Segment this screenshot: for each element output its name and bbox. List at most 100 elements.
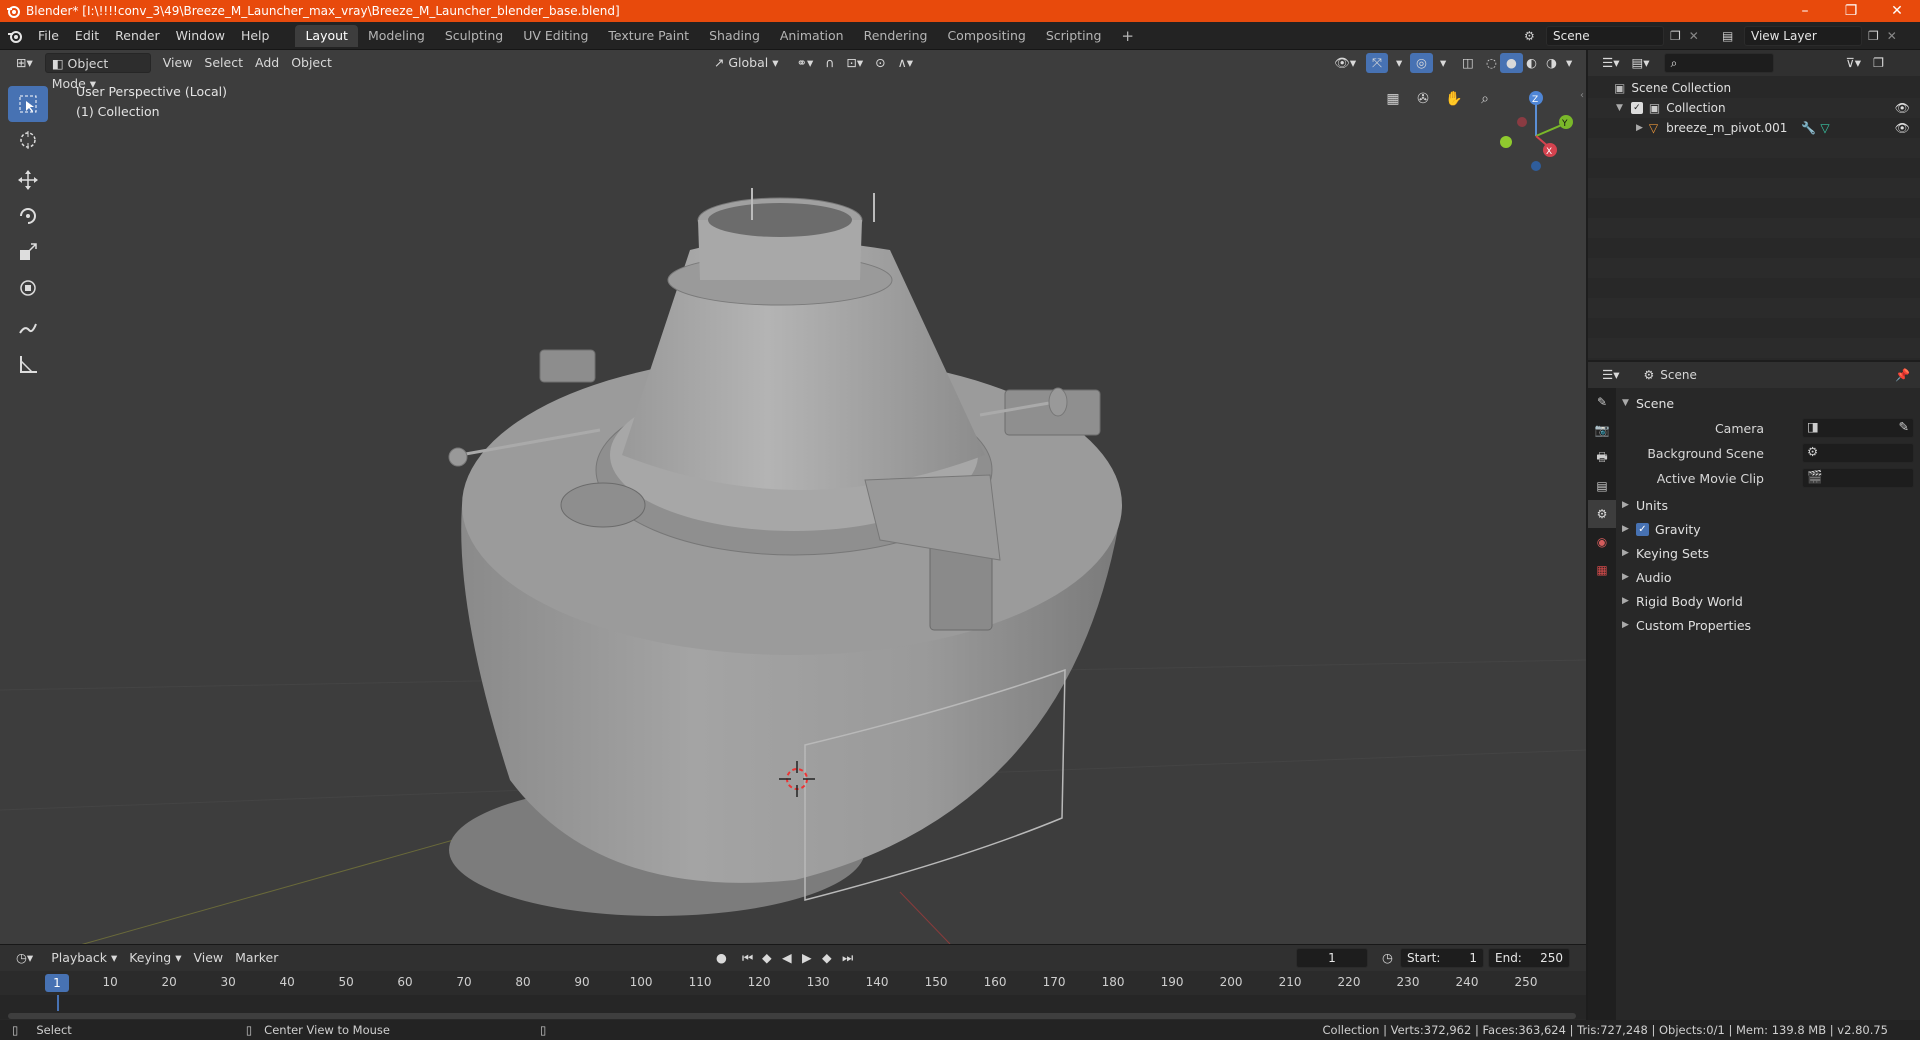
delete-view-layer-icon[interactable]: ✕: [1887, 29, 1897, 43]
display-mode-icon[interactable]: ▤▾: [1625, 53, 1655, 73]
tab-output-icon[interactable]: 🖶: [1588, 444, 1616, 472]
tab-tool-icon[interactable]: ✎: [1588, 388, 1616, 416]
tab-texture-paint[interactable]: Texture Paint: [598, 25, 699, 47]
menu-render[interactable]: Render: [107, 22, 168, 50]
proportional-falloff-icon[interactable]: ∧▾: [892, 53, 919, 73]
snap-icon[interactable]: ∩: [819, 53, 840, 73]
menu-window[interactable]: Window: [168, 22, 233, 50]
editor-type-icon[interactable]: ⊞▾: [10, 53, 39, 73]
background-scene-field[interactable]: ⚙: [1802, 443, 1914, 463]
playhead-frame-indicator[interactable]: 1: [45, 974, 69, 992]
eyedropper-icon[interactable]: ✎: [1899, 419, 1909, 434]
keying-sets-panel-header[interactable]: ▶ Keying Sets: [1622, 542, 1914, 564]
mesh-data-icon[interactable]: ▽: [1820, 121, 1829, 135]
outliner-row-collection[interactable]: ▼ ✓ ▣ Collection 👁: [1588, 98, 1920, 118]
menu-timeline-view[interactable]: View: [187, 948, 229, 968]
tab-scripting[interactable]: Scripting: [1036, 25, 1112, 47]
new-scene-icon[interactable]: ❐: [1670, 29, 1681, 43]
tool-cursor[interactable]: [8, 122, 48, 158]
tool-transform[interactable]: [8, 270, 48, 306]
timeline-editor-type-icon[interactable]: ◷▾: [10, 948, 39, 968]
gizmo-toggle-icon[interactable]: ⤧: [1366, 53, 1389, 73]
object-expand-icon[interactable]: ▶: [1636, 123, 1643, 133]
menu-add[interactable]: Add: [249, 53, 285, 73]
outliner-row-scene-collection[interactable]: ▣ Scene Collection: [1588, 78, 1920, 98]
play-icon[interactable]: ▶: [796, 948, 818, 968]
view-layer-icon[interactable]: ▤: [1722, 29, 1744, 43]
current-frame-field[interactable]: 1: [1296, 948, 1368, 968]
blender-menu-icon[interactable]: [0, 28, 30, 44]
scene-icon[interactable]: ⚙: [1524, 29, 1546, 43]
menu-object[interactable]: Object: [285, 53, 338, 73]
outliner-row-object[interactable]: ▶ ▽ breeze_m_pivot.001 🔧 ▽ 👁: [1588, 118, 1920, 138]
tool-select-box[interactable]: [8, 86, 48, 122]
minimize-button[interactable]: –: [1782, 0, 1828, 22]
gravity-panel-header[interactable]: ▶ ✓ Gravity: [1622, 518, 1914, 540]
play-reverse-icon[interactable]: ◀: [776, 948, 798, 968]
start-frame-field[interactable]: Start: 1: [1400, 948, 1484, 968]
tab-render-icon[interactable]: 📷: [1588, 416, 1616, 444]
tool-annotate[interactable]: [8, 310, 48, 346]
xray-toggle-icon[interactable]: ◫: [1456, 53, 1480, 73]
collection-checkbox[interactable]: ✓: [1630, 102, 1643, 114]
camera-view-icon[interactable]: ✇: [1410, 86, 1436, 112]
outliner-editor-type-icon[interactable]: ☰▾: [1596, 53, 1625, 73]
tool-scale[interactable]: [8, 234, 48, 270]
tab-rendering[interactable]: Rendering: [854, 25, 938, 47]
tab-animation[interactable]: Animation: [770, 25, 854, 47]
sidebar-toggle-icon[interactable]: ‹: [1580, 90, 1584, 101]
pivot-point-icon[interactable]: ⚭▾: [790, 53, 819, 73]
scene-selector[interactable]: Scene: [1546, 26, 1664, 46]
tab-uv-editing[interactable]: UV Editing: [513, 25, 598, 47]
filter-icon[interactable]: ⊽▾: [1840, 53, 1867, 73]
menu-select[interactable]: Select: [198, 53, 249, 73]
pan-view-icon[interactable]: ✋: [1441, 86, 1467, 112]
menu-keying[interactable]: Keying ▾: [123, 948, 187, 968]
menu-edit[interactable]: Edit: [67, 22, 107, 50]
zoom-view-icon[interactable]: ⌕: [1472, 86, 1498, 112]
camera-field[interactable]: ◨ ✎: [1802, 418, 1914, 438]
menu-marker[interactable]: Marker: [229, 948, 284, 968]
mode-selector[interactable]: ◧ Object Mode ▾: [44, 53, 151, 91]
view-layer-selector[interactable]: View Layer: [1744, 26, 1862, 46]
prev-keyframe-icon[interactable]: ◆: [756, 948, 778, 968]
tab-scene-icon[interactable]: ⚙: [1588, 500, 1616, 528]
snap-target-icon[interactable]: ⊡▾: [840, 53, 869, 73]
tab-layout[interactable]: Layout: [295, 24, 358, 47]
tab-shading[interactable]: Shading: [699, 25, 770, 47]
close-button[interactable]: ✕: [1874, 0, 1920, 22]
properties-editor-type-icon[interactable]: ☰▾: [1596, 365, 1625, 385]
menu-view[interactable]: View: [157, 53, 199, 73]
visibility-icon[interactable]: 👁▾: [1328, 53, 1362, 73]
overlays-dropdown-icon[interactable]: ▾: [1434, 53, 1452, 73]
scene-panel-header[interactable]: ▼ Scene: [1622, 392, 1914, 414]
new-collection-icon[interactable]: ❐: [1867, 53, 1890, 73]
tab-compositing[interactable]: Compositing: [937, 25, 1035, 47]
menu-help[interactable]: Help: [233, 22, 278, 50]
3d-viewport[interactable]: ⊞▾ ◧ Object Mode ▾ View Select Add Objec…: [0, 50, 1586, 944]
active-movie-clip-field[interactable]: 🎬: [1802, 468, 1914, 488]
pin-icon[interactable]: 📌: [1895, 368, 1910, 382]
tool-rotate[interactable]: [8, 198, 48, 234]
add-workspace-button[interactable]: +: [1111, 25, 1144, 47]
custom-properties-panel-header[interactable]: ▶ Custom Properties: [1622, 614, 1914, 636]
timeline-scrollbar[interactable]: [8, 1013, 1576, 1019]
collection-visibility-icon[interactable]: 👁: [1895, 101, 1910, 115]
tool-move[interactable]: [8, 162, 48, 198]
record-keyframe-icon[interactable]: ●: [710, 948, 733, 968]
shading-dropdown-icon[interactable]: ▾: [1560, 53, 1578, 73]
tab-texture-icon[interactable]: ▦: [1588, 556, 1616, 584]
gizmo-dropdown-icon[interactable]: ▾: [1390, 53, 1408, 73]
end-frame-field[interactable]: End: 250: [1488, 948, 1570, 968]
rigid-body-world-panel-header[interactable]: ▶ Rigid Body World: [1622, 590, 1914, 612]
tab-sculpting[interactable]: Sculpting: [435, 25, 513, 47]
collection-expand-icon[interactable]: ▼: [1616, 103, 1623, 113]
new-view-layer-icon[interactable]: ❐: [1868, 29, 1879, 43]
gravity-checkbox[interactable]: ✓: [1636, 522, 1649, 536]
timeline-ruler[interactable]: 1 10 20 30 40 50 60 70 80 90 100 110 120 130 140 150 16…: [0, 971, 1586, 995]
modifier-wrench-icon[interactable]: 🔧: [1801, 121, 1816, 135]
tool-measure[interactable]: [8, 346, 48, 382]
audio-panel-header[interactable]: ▶ Audio: [1622, 566, 1914, 588]
outliner-search-input[interactable]: ⌕: [1663, 53, 1774, 73]
tab-modeling[interactable]: Modeling: [358, 25, 435, 47]
